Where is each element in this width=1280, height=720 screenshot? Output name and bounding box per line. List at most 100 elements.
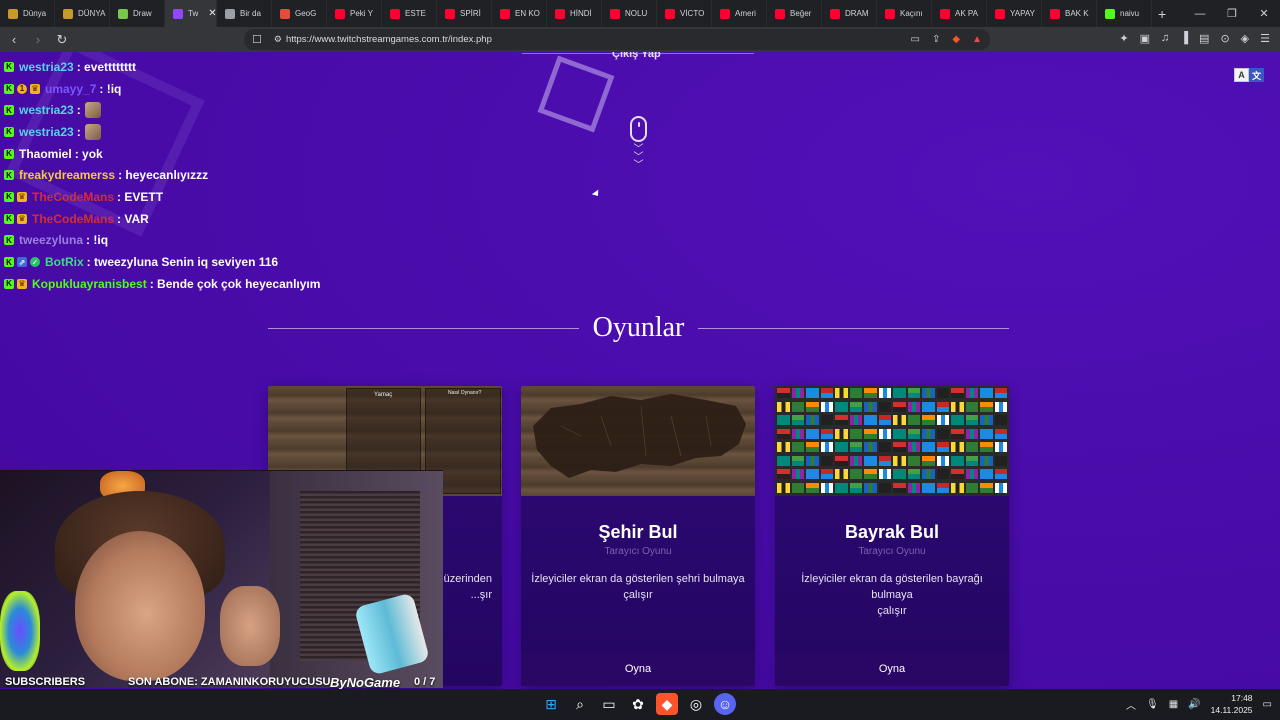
discord-icon[interactable]: ☺ xyxy=(714,693,736,715)
chat-message: K ♛ Kopukluayranisbest: Bende çok çok heye… xyxy=(4,273,424,295)
address-bar[interactable]: ☐ ⚙ https://www.twitchstreamgames.com.tr… xyxy=(244,29,990,50)
flag-icon xyxy=(893,428,906,439)
chat-message: Ktweezyluna: !iq xyxy=(4,230,424,252)
chat-username[interactable]: westria23 xyxy=(19,60,74,74)
task-view-icon[interactable]: ▭ xyxy=(598,693,620,715)
chat-username[interactable]: umayy_7 xyxy=(45,82,96,96)
chat-username[interactable]: tweezyluna xyxy=(19,233,83,247)
menu-icon[interactable]: ☰ xyxy=(1260,32,1270,45)
minimize-icon[interactable]: — xyxy=(1184,0,1216,27)
tab-19[interactable]: BAK K xyxy=(1042,0,1097,27)
tab-10[interactable]: HİNDİ xyxy=(547,0,602,27)
vpn-icon[interactable]: ⊙ xyxy=(1220,32,1229,45)
play-button[interactable]: Oyna xyxy=(775,652,1009,686)
tab-18[interactable]: YAPAY xyxy=(987,0,1042,27)
windows-start-icon[interactable]: ⊞ xyxy=(540,693,562,715)
tab-close-icon[interactable]: ✕ xyxy=(208,8,216,19)
back-icon[interactable]: ‹ xyxy=(4,32,24,47)
url-text[interactable]: https://www.twitchstreamgames.com.tr/ind… xyxy=(286,34,492,45)
network-icon[interactable]: ▦ xyxy=(1169,699,1178,710)
flag-icon xyxy=(820,455,833,466)
scroll-down-icon[interactable]: ﹀ ﹀ ﹀ xyxy=(630,145,647,171)
subscriber-bar: SUBSCRIBERS SON ABONE: ZAMANINKORUYUCUSU… xyxy=(0,674,443,690)
sidebar-icon[interactable]: ▐ xyxy=(1180,32,1188,45)
chat-username[interactable]: TheCodeMans xyxy=(32,212,114,226)
wallet-2-icon[interactable]: ▤ xyxy=(1199,32,1209,45)
close-window-icon[interactable]: ✕ xyxy=(1248,0,1280,27)
flag-icon xyxy=(806,388,819,398)
tab-11[interactable]: NOLU xyxy=(602,0,657,27)
tab-12[interactable]: VİCTO xyxy=(657,0,712,27)
tab-14[interactable]: Beğer xyxy=(767,0,822,27)
chat-text: : xyxy=(76,124,81,139)
flag-icon xyxy=(907,455,920,466)
restore-icon[interactable]: ❐ xyxy=(1216,0,1248,27)
site-info-icon[interactable]: ⚙ xyxy=(274,34,282,45)
tab-4[interactable]: Bir da xyxy=(217,0,272,27)
tab-7[interactable]: ESTE xyxy=(382,0,437,27)
flag-icon xyxy=(806,428,819,439)
bookmark-icon[interactable]: ☐ xyxy=(252,33,262,46)
flag-icon xyxy=(980,469,993,479)
search-icon[interactable]: ⌕ xyxy=(569,693,591,715)
tab-16[interactable]: Kaçını xyxy=(877,0,932,27)
flag-icon xyxy=(951,442,964,452)
chat-username[interactable]: Thaomiel xyxy=(19,147,72,161)
volume-icon[interactable]: 🔊 xyxy=(1188,699,1200,710)
play-button[interactable]: Oyna xyxy=(521,652,755,686)
chat-text: : yok xyxy=(74,146,103,161)
tab-6[interactable]: Peki Y xyxy=(327,0,382,27)
tab-favicon-icon xyxy=(173,8,183,19)
chat-username[interactable]: Kopukluayranisbest xyxy=(32,277,147,291)
wallet-icon[interactable]: ▣ xyxy=(1140,32,1150,45)
forward-icon[interactable]: › xyxy=(28,32,48,47)
tab-15[interactable]: DRAM xyxy=(822,0,877,27)
game-card-sehir-bul[interactable]: Şehir Bul Tarayıcı Oyunu İzleyiciler ekr… xyxy=(521,386,755,686)
tab-5[interactable]: GeoG xyxy=(272,0,327,27)
tab-9[interactable]: EN KO xyxy=(492,0,547,27)
translate-icon[interactable]: A 文 xyxy=(1234,68,1264,82)
chat-username[interactable]: westria23 xyxy=(19,103,74,117)
flag-icon xyxy=(820,401,833,412)
tab-2[interactable]: Draw xyxy=(110,0,165,27)
chatgpt-icon[interactable]: ✿ xyxy=(627,693,649,715)
reload-icon[interactable]: ↻ xyxy=(52,32,72,48)
tab-3[interactable]: Tw ✕ xyxy=(165,0,217,27)
flag-icon xyxy=(965,469,978,479)
flag-icon xyxy=(864,442,877,452)
music-icon[interactable]: ♫ xyxy=(1161,32,1169,45)
flag-icon xyxy=(893,482,906,493)
microphone-icon[interactable]: 🎙 xyxy=(1146,699,1159,710)
chat-username[interactable]: BotRix xyxy=(45,255,84,269)
tab-8[interactable]: SPİRİ xyxy=(437,0,492,27)
tab-13[interactable]: Ameri xyxy=(712,0,767,27)
rewards-icon[interactable]: ▲ xyxy=(972,34,982,45)
brave-browser-icon[interactable]: ◆ xyxy=(656,693,678,715)
brave-shield-icon[interactable]: ◆ xyxy=(952,34,960,45)
subscribers-label: SUBSCRIBERS xyxy=(5,676,86,688)
chat-text: : !iq xyxy=(99,81,122,96)
taskbar-apps: ⊞ ⌕ ▭ ✿ ◆ ◎ ☺ xyxy=(540,693,736,715)
tab-0[interactable]: Dünya xyxy=(0,0,55,27)
tab-1[interactable]: DÜNYA xyxy=(55,0,110,27)
chat-username[interactable]: freakydreamerss xyxy=(19,168,115,182)
webcam-overlay xyxy=(0,470,443,688)
share-icon[interactable]: ⇪ xyxy=(932,34,940,45)
tab-17[interactable]: AK PA xyxy=(932,0,987,27)
shield-icon[interactable]: ◈ xyxy=(1241,32,1249,45)
flag-icon xyxy=(878,442,891,452)
new-tab-icon[interactable]: + xyxy=(1158,6,1166,22)
tab-favicon-icon xyxy=(500,8,510,19)
chat-username[interactable]: westria23 xyxy=(19,125,74,139)
extensions-icon[interactable]: ✦ xyxy=(1119,32,1128,45)
notifications-icon[interactable]: ▭ xyxy=(1263,699,1272,710)
cast-icon[interactable]: ▭ xyxy=(911,34,920,45)
clock[interactable]: 17:48 14.11.2025 xyxy=(1211,692,1253,716)
tab-20[interactable]: naivu xyxy=(1097,0,1152,27)
game-card-bayrak-bul[interactable]: Bayrak Bul Tarayıcı Oyunu İzleyiciler ek… xyxy=(775,386,1009,686)
obs-icon[interactable]: ◎ xyxy=(685,693,707,715)
logout-link[interactable]: Çıkış Yap xyxy=(612,52,661,60)
chevron-up-icon[interactable]: ︿ xyxy=(1126,697,1136,712)
flag-icon xyxy=(849,388,862,398)
chat-username[interactable]: TheCodeMans xyxy=(32,190,114,204)
